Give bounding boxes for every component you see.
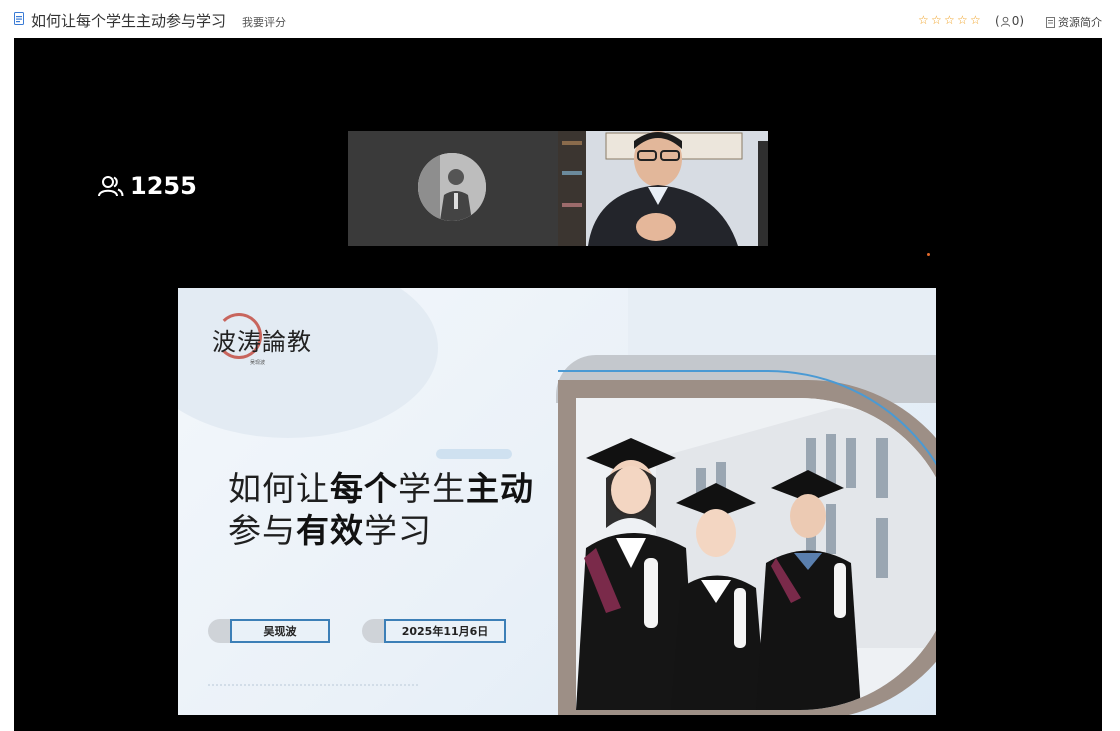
viewer-count: 1255: [98, 172, 197, 200]
presentation-slide: 波涛論教 吴现波 如何让每个学生主动 参与有效学习 吴现波 2025年11月6日: [178, 288, 936, 715]
viewer-count-value: 1255: [130, 172, 197, 200]
document-icon: [1046, 16, 1055, 28]
slide-decoration: [178, 288, 438, 438]
slide-decoration: [208, 684, 418, 686]
slide-logo: 波涛論教: [212, 328, 312, 356]
camera-feeds: [348, 131, 768, 246]
star-icon[interactable]: ☆: [944, 14, 955, 26]
author-tag: 吴现波: [208, 619, 330, 643]
indicator-dot: [927, 253, 930, 256]
star-icon[interactable]: ☆: [931, 14, 942, 26]
resource-title: 如何让每个学生主动参与学习: [31, 12, 227, 30]
date-tag: 2025年11月6日: [362, 619, 506, 643]
rate-link[interactable]: 我要评分: [242, 14, 286, 30]
user-icon: [1000, 16, 1010, 27]
rating-stars[interactable]: ☆ ☆ ☆ ☆ ☆: [918, 14, 981, 26]
slide-logo-subtitle: 吴现波: [250, 360, 266, 366]
star-icon[interactable]: ☆: [957, 14, 968, 26]
star-icon[interactable]: ☆: [918, 14, 929, 26]
camera-feed-off: [348, 131, 558, 246]
rating-count-value: 0: [1011, 14, 1020, 28]
document-icon: [14, 12, 24, 25]
star-icon[interactable]: ☆: [970, 14, 981, 26]
author-name: 吴现波: [230, 619, 330, 643]
graduates-photo: [576, 398, 936, 710]
presentation-date: 2025年11月6日: [384, 619, 506, 643]
slide-decoration: [628, 288, 936, 358]
slide-decoration: [436, 449, 512, 459]
camera-feed-presenter: [558, 131, 768, 246]
resource-intro-label[interactable]: 资源简介: [1058, 14, 1102, 30]
resource-intro-link[interactable]: 资源简介: [1046, 14, 1102, 30]
video-player[interactable]: 1255 波涛論教 吴现波 如何让每个学生主动 参与有效学习 吴现波 2025年…: [14, 38, 1102, 731]
rating-count: ( 0 ): [995, 14, 1025, 28]
users-icon: [98, 176, 124, 197]
avatar: [418, 153, 486, 221]
slide-title: 如何让每个学生主动 参与有效学习: [228, 469, 534, 550]
resource-header: 如何让每个学生主动参与学习 我要评分 ☆ ☆ ☆ ☆ ☆ ( 0 ) 资源简介: [0, 0, 1120, 38]
